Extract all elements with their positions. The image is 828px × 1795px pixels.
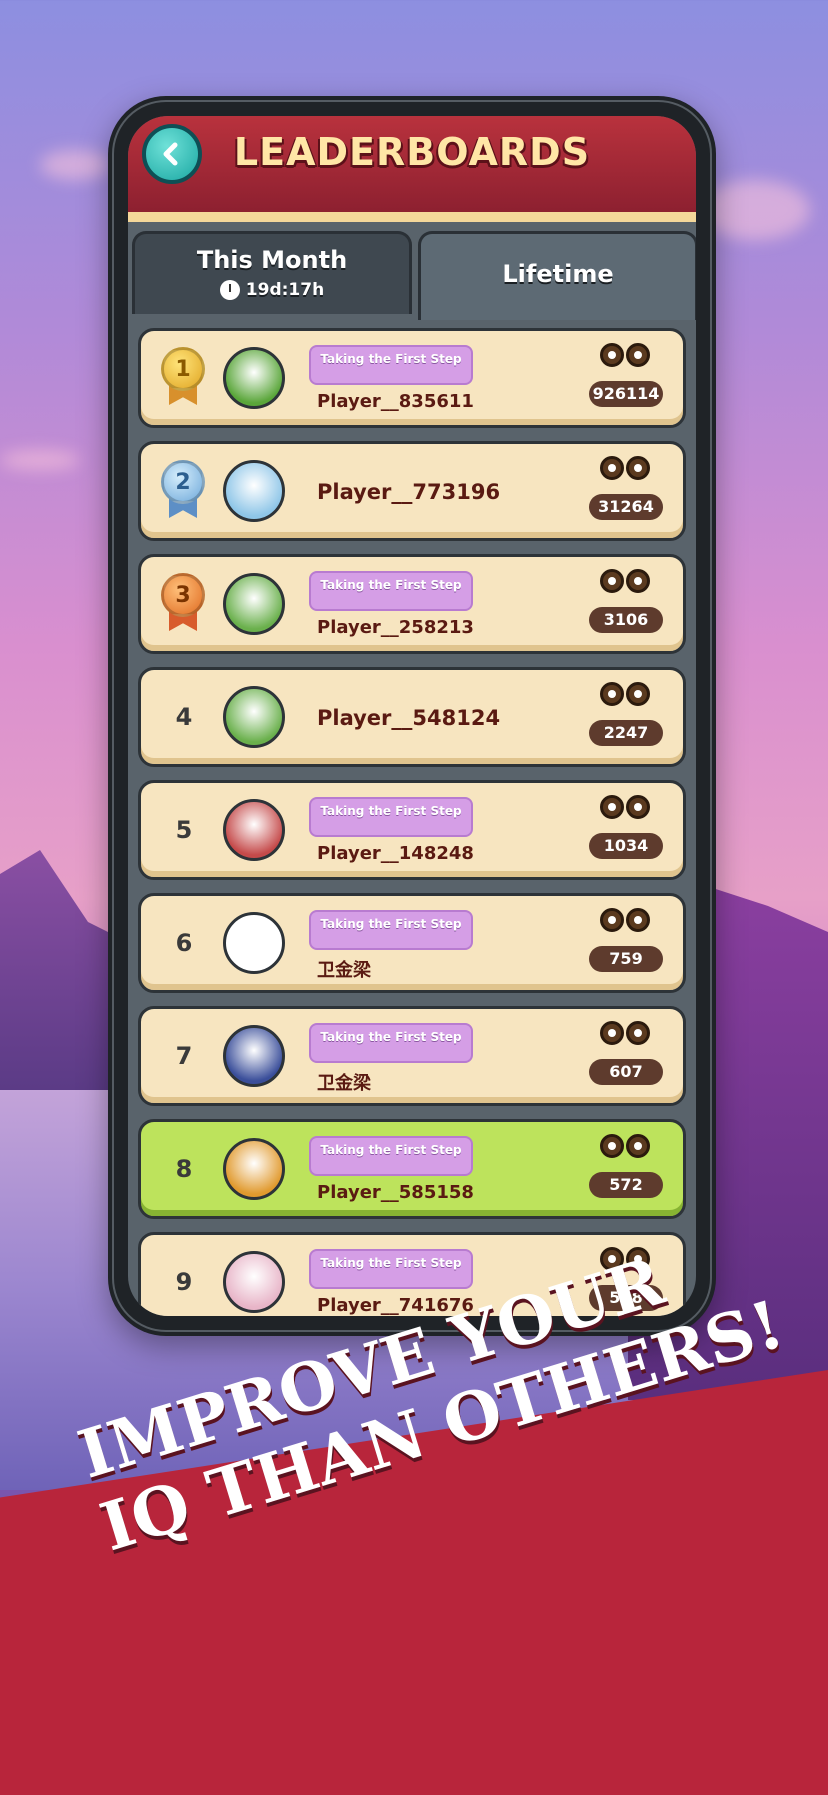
- owl-icon: [599, 456, 651, 490]
- rank-number: 9: [175, 1268, 193, 1296]
- player-name: Player__773196: [317, 480, 501, 504]
- cloud: [40, 150, 110, 180]
- achievement-badge: Taking the First Step: [309, 1249, 473, 1289]
- leaderboard-list[interactable]: 1 Taking the First Step Player__835611 9261…: [138, 328, 686, 1316]
- leaderboard-row[interactable]: 6 Taking the First Step 卫金梁 759: [138, 893, 686, 993]
- score-value: 572: [589, 1172, 663, 1198]
- player-name: Player__258213: [317, 617, 474, 638]
- achievement-badge: Taking the First Step: [309, 1136, 473, 1176]
- score-value: 926114: [589, 381, 663, 407]
- rank-number: 2: [161, 460, 205, 504]
- avatar[interactable]: [223, 573, 285, 635]
- rank-number: 5: [175, 816, 193, 844]
- clock-icon: [219, 280, 240, 300]
- leaderboard-row[interactable]: 5 Taking the First Step Player__148248 1034: [138, 780, 686, 880]
- player-name: 卫金梁: [317, 1073, 371, 1094]
- leaderboard-row[interactable]: 7 Taking the First Step 卫金梁 607: [138, 1006, 686, 1106]
- score-value: 759: [589, 946, 663, 972]
- gold-medal-icon: 1: [159, 347, 207, 407]
- rank-number: 8: [175, 1155, 193, 1183]
- avatar[interactable]: [223, 1025, 285, 1087]
- avatar[interactable]: [223, 1251, 285, 1313]
- phone-frame: LEADERBOARDS This Month 19d:17h Lifetime…: [108, 96, 716, 1336]
- owl-icon: [599, 569, 651, 603]
- score-value: 3106: [589, 607, 663, 633]
- avatar[interactable]: [223, 799, 285, 861]
- page-title: LEADERBOARDS: [233, 130, 591, 174]
- cloud: [0, 450, 80, 470]
- leaderboard-row[interactable]: 2 Player__773196 31264: [138, 441, 686, 541]
- owl-icon: [599, 682, 651, 716]
- player-name: Player__585158: [317, 1182, 474, 1203]
- achievement-badge: Taking the First Step: [309, 797, 473, 837]
- owl-icon: [599, 343, 651, 377]
- tab-label: This Month: [196, 246, 348, 274]
- player-name: Player__148248: [317, 843, 474, 864]
- leaderboard-row[interactable]: 8 Taking the First Step Player__585158 572: [138, 1119, 686, 1219]
- tab-bar: This Month 19d:17h Lifetime: [128, 231, 696, 321]
- rank-number: 6: [175, 929, 193, 957]
- avatar[interactable]: [223, 1138, 285, 1200]
- player-name: Player__835611: [317, 391, 474, 412]
- player-name: 卫金梁: [317, 960, 371, 981]
- leaderboard-row[interactable]: 1 Taking the First Step Player__835611 9261…: [138, 328, 686, 428]
- score-value: 2247: [589, 720, 663, 746]
- tab-lifetime[interactable]: Lifetime: [418, 231, 696, 320]
- tab-this-month[interactable]: This Month 19d:17h: [132, 231, 412, 314]
- tab-label: Lifetime: [502, 260, 614, 288]
- timer: 19d:17h: [135, 280, 409, 300]
- player-name: Player__548124: [317, 706, 501, 730]
- owl-icon: [599, 1134, 651, 1168]
- bronze-medal-icon: 3: [159, 573, 207, 633]
- score-value: 607: [589, 1059, 663, 1085]
- owl-icon: [599, 908, 651, 942]
- owl-icon: [599, 795, 651, 829]
- timer-text: 19d:17h: [245, 280, 325, 300]
- avatar[interactable]: [223, 912, 285, 974]
- achievement-badge: Taking the First Step: [309, 345, 473, 385]
- avatar[interactable]: [223, 686, 285, 748]
- achievement-badge: Taking the First Step: [309, 910, 473, 950]
- score-value: 31264: [589, 494, 663, 520]
- avatar[interactable]: [223, 460, 285, 522]
- owl-icon: [599, 1021, 651, 1055]
- header-bar: LEADERBOARDS: [128, 116, 696, 222]
- app-screen: LEADERBOARDS This Month 19d:17h Lifetime…: [128, 116, 696, 1316]
- leaderboard-row[interactable]: 4 Player__548124 2247: [138, 667, 686, 767]
- cloud: [700, 180, 810, 240]
- avatar[interactable]: [223, 347, 285, 409]
- rank-number: 1: [161, 347, 205, 391]
- rank-number: 3: [161, 573, 205, 617]
- silver-medal-icon: 2: [159, 460, 207, 520]
- leaderboard-row[interactable]: 3 Taking the First Step Player__258213 3106: [138, 554, 686, 654]
- achievement-badge: Taking the First Step: [309, 1023, 473, 1063]
- rank-number: 4: [175, 703, 193, 731]
- rank-number: 7: [175, 1042, 193, 1070]
- score-value: 1034: [589, 833, 663, 859]
- achievement-badge: Taking the First Step: [309, 571, 473, 611]
